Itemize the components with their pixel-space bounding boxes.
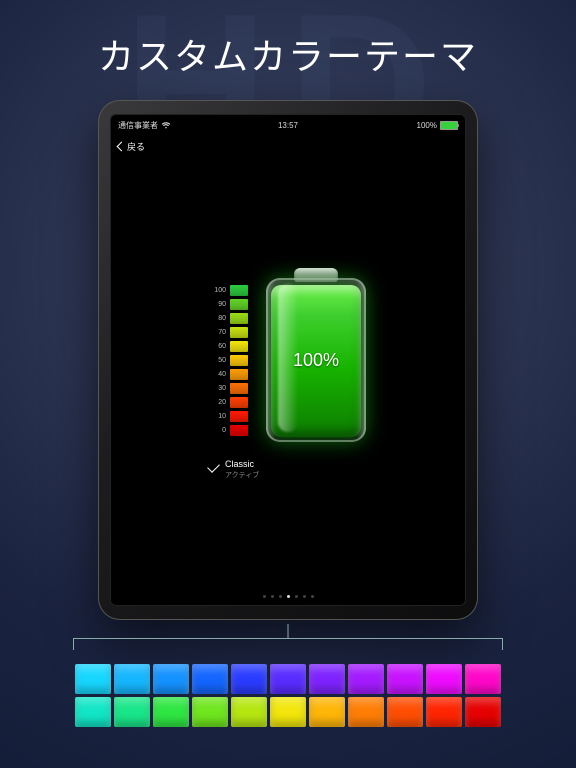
color-swatch[interactable]	[153, 664, 189, 694]
color-swatch[interactable]	[348, 697, 384, 727]
color-swatch[interactable]	[465, 664, 501, 694]
scale-tick-label: 60	[210, 343, 226, 350]
page-dot[interactable]	[263, 595, 266, 598]
scale-tick-bar	[230, 397, 248, 408]
theme-status: アクティブ	[225, 470, 259, 480]
page-dot[interactable]	[279, 595, 282, 598]
color-swatch[interactable]	[114, 697, 150, 727]
color-swatch[interactable]	[387, 664, 423, 694]
scale-tick: 100	[210, 283, 248, 297]
scale-tick-bar	[230, 355, 248, 366]
scale-tick: 20	[210, 395, 248, 409]
scale-tick-label: 20	[210, 399, 226, 406]
scale-tick: 0	[210, 423, 248, 437]
color-swatch[interactable]	[231, 697, 267, 727]
page-indicator[interactable]	[110, 595, 466, 598]
page-dot[interactable]	[295, 595, 298, 598]
color-swatch[interactable]	[465, 697, 501, 727]
color-swatch[interactable]	[75, 697, 111, 727]
scale-tick-bar	[230, 341, 248, 352]
page-dot[interactable]	[287, 595, 290, 598]
color-swatch[interactable]	[153, 697, 189, 727]
scale-tick: 70	[210, 325, 248, 339]
color-palette	[75, 664, 501, 727]
color-swatch[interactable]	[270, 697, 306, 727]
scale-tick-label: 100	[210, 287, 226, 294]
ipad-frame: 通信事業者 13:57 100% 戻る 10090807060504030201…	[98, 100, 478, 620]
scale-tick-label: 70	[210, 329, 226, 336]
scale-tick: 40	[210, 367, 248, 381]
scale-tick-label: 30	[210, 385, 226, 392]
device-screen: 通信事業者 13:57 100% 戻る 10090807060504030201…	[110, 114, 466, 606]
scale-tick-label: 0	[210, 427, 226, 434]
color-swatch[interactable]	[309, 664, 345, 694]
page-title: カスタムカラーテーマ	[0, 28, 576, 80]
color-swatch[interactable]	[309, 697, 345, 727]
scale-tick-bar	[230, 327, 248, 338]
scale-tick: 10	[210, 409, 248, 423]
scale-tick-label: 90	[210, 301, 226, 308]
scale-tick-bar	[230, 299, 248, 310]
palette-row-1	[75, 664, 501, 694]
theme-selection[interactable]: Classic アクティブ	[208, 459, 259, 480]
scale-tick: 50	[210, 353, 248, 367]
color-swatch[interactable]	[114, 664, 150, 694]
page-dot[interactable]	[311, 595, 314, 598]
scale-tick: 30	[210, 381, 248, 395]
scale-tick-bar	[230, 411, 248, 422]
color-swatch[interactable]	[270, 664, 306, 694]
battery-percent-label: 100%	[266, 278, 366, 442]
page-dot[interactable]	[303, 595, 306, 598]
palette-row-2	[75, 697, 501, 727]
checkmark-icon	[207, 460, 220, 473]
scale-tick: 60	[210, 339, 248, 353]
scale-tick-label: 50	[210, 357, 226, 364]
scale-tick-label: 80	[210, 315, 226, 322]
scale-tick-label: 40	[210, 371, 226, 378]
color-swatch[interactable]	[192, 697, 228, 727]
color-swatch[interactable]	[192, 664, 228, 694]
scale-tick: 80	[210, 311, 248, 325]
scale-tick-bar	[230, 425, 248, 436]
color-swatch[interactable]	[348, 664, 384, 694]
color-swatch[interactable]	[387, 697, 423, 727]
color-swatch[interactable]	[231, 664, 267, 694]
scale-tick: 90	[210, 297, 248, 311]
scale-tick-bar	[230, 383, 248, 394]
color-scale: 1009080706050403020100	[210, 283, 248, 437]
main-content: 1009080706050403020100 100% Classic アクティ…	[110, 114, 466, 606]
theme-name: Classic	[225, 459, 259, 469]
color-swatch[interactable]	[75, 664, 111, 694]
scale-tick-label: 10	[210, 413, 226, 420]
scale-tick-bar	[230, 285, 248, 296]
scale-tick-bar	[230, 313, 248, 324]
color-swatch[interactable]	[426, 697, 462, 727]
battery-graphic: 100%	[266, 278, 366, 442]
scale-tick-bar	[230, 369, 248, 380]
color-swatch[interactable]	[426, 664, 462, 694]
page-dot[interactable]	[271, 595, 274, 598]
connector-bracket	[73, 636, 503, 666]
